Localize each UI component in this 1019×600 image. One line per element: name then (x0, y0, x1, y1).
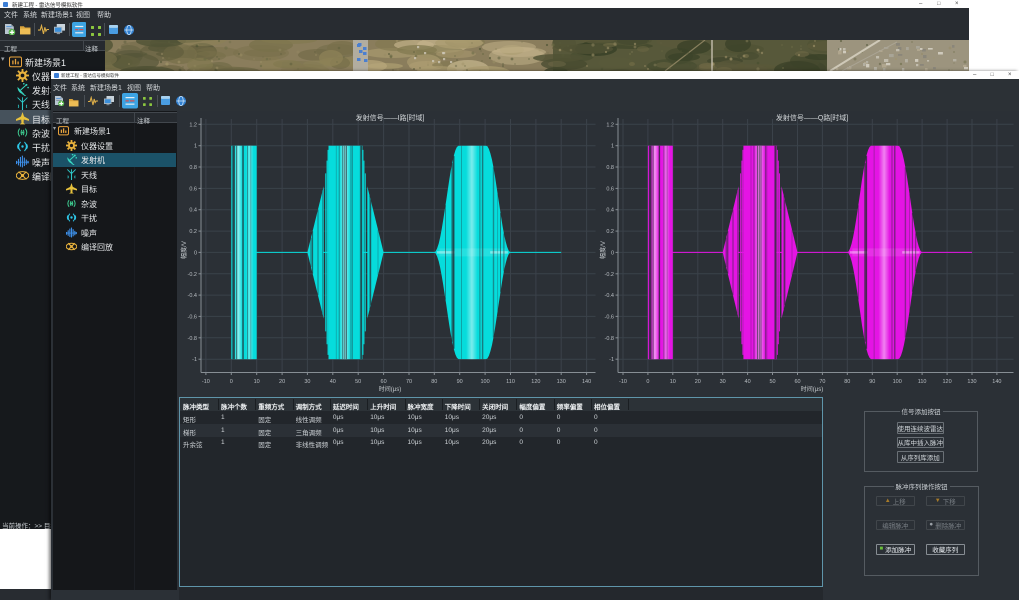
svg-text:0.8: 0.8 (189, 165, 197, 171)
svg-text:0.6: 0.6 (606, 186, 614, 192)
svg-text:0: 0 (646, 379, 649, 385)
svg-text:20: 20 (279, 379, 285, 385)
svg-text:50: 50 (769, 379, 775, 385)
svg-text:0.2: 0.2 (606, 229, 614, 235)
svg-text:120: 120 (531, 379, 540, 385)
svg-text:幅度/V: 幅度/V (599, 241, 607, 259)
svg-text:70: 70 (406, 379, 412, 385)
svg-text:100: 100 (893, 379, 902, 385)
svg-text:-0.2: -0.2 (188, 272, 197, 278)
svg-text:-0.2: -0.2 (605, 272, 614, 278)
svg-text:20: 20 (695, 379, 701, 385)
svg-text:10: 10 (254, 379, 260, 385)
svg-text:-10: -10 (619, 379, 627, 385)
svg-text:-0.6: -0.6 (188, 314, 197, 320)
svg-text:0.2: 0.2 (189, 229, 197, 235)
svg-text:时间(μs): 时间(μs) (379, 385, 401, 393)
svg-text:发射信号——I路[时域]: 发射信号——I路[时域] (356, 113, 425, 122)
svg-text:-0.4: -0.4 (188, 293, 197, 299)
svg-text:0.4: 0.4 (189, 208, 197, 214)
svg-text:100: 100 (481, 379, 490, 385)
svg-text:1.2: 1.2 (189, 122, 197, 128)
svg-text:90: 90 (869, 379, 875, 385)
svg-text:-0.4: -0.4 (605, 293, 614, 299)
svg-text:1.2: 1.2 (606, 122, 614, 128)
svg-text:-1: -1 (192, 357, 197, 363)
svg-text:0.4: 0.4 (606, 208, 614, 214)
svg-text:幅度/V: 幅度/V (180, 241, 188, 259)
svg-text:120: 120 (943, 379, 952, 385)
svg-text:40: 40 (330, 379, 336, 385)
svg-text:-0.6: -0.6 (605, 314, 614, 320)
svg-text:50: 50 (355, 379, 361, 385)
svg-text:1: 1 (611, 144, 614, 150)
svg-text:140: 140 (992, 379, 1001, 385)
svg-text:0: 0 (230, 379, 233, 385)
svg-text:80: 80 (844, 379, 850, 385)
svg-text:30: 30 (720, 379, 726, 385)
svg-text:60: 60 (794, 379, 800, 385)
svg-text:1: 1 (194, 144, 197, 150)
svg-text:-1: -1 (609, 357, 614, 363)
svg-text:130: 130 (967, 379, 976, 385)
svg-text:0.8: 0.8 (606, 165, 614, 171)
svg-text:60: 60 (381, 379, 387, 385)
svg-text:发射信号——Q路[时域]: 发射信号——Q路[时域] (776, 113, 848, 122)
svg-text:110: 110 (506, 379, 515, 385)
svg-text:0: 0 (194, 250, 197, 256)
svg-text:-10: -10 (202, 379, 210, 385)
svg-text:80: 80 (431, 379, 437, 385)
svg-text:10: 10 (670, 379, 676, 385)
svg-text:70: 70 (819, 379, 825, 385)
svg-text:时间(μs): 时间(μs) (801, 385, 823, 393)
svg-text:140: 140 (582, 379, 591, 385)
svg-text:30: 30 (304, 379, 310, 385)
svg-text:0: 0 (611, 250, 614, 256)
svg-text:110: 110 (918, 379, 927, 385)
svg-text:90: 90 (457, 379, 463, 385)
svg-text:40: 40 (745, 379, 751, 385)
svg-text:130: 130 (557, 379, 566, 385)
svg-text:-0.8: -0.8 (188, 336, 197, 342)
svg-text:0.6: 0.6 (189, 186, 197, 192)
svg-text:-0.8: -0.8 (605, 336, 614, 342)
